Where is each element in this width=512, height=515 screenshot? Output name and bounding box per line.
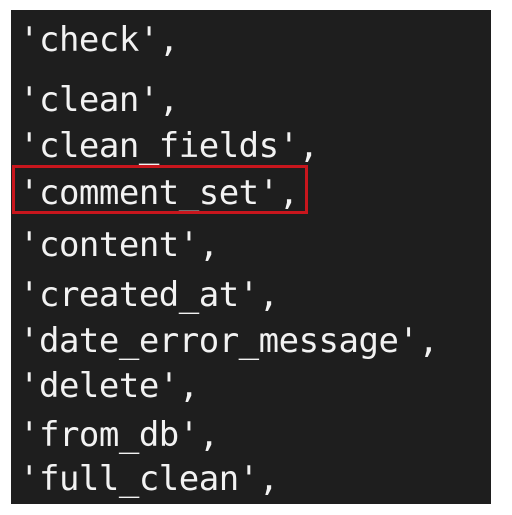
list-item: 'clean', bbox=[19, 80, 179, 120]
list-item: 'date_error_message', bbox=[19, 321, 439, 361]
list-item-highlighted: 'comment_set', bbox=[19, 173, 299, 213]
list-item: 'created_at', bbox=[19, 275, 279, 315]
attribute-list: 'check', 'clean', 'clean_fields', 'comme… bbox=[11, 10, 491, 504]
list-item: 'check', bbox=[19, 20, 179, 60]
list-item: 'from_db', bbox=[19, 415, 219, 455]
list-item: 'delete', bbox=[19, 366, 199, 406]
list-item: 'clean_fields', bbox=[19, 126, 319, 166]
code-output-panel: 'check', 'clean', 'clean_fields', 'comme… bbox=[11, 10, 491, 504]
list-item: 'full_clean', bbox=[19, 459, 279, 499]
list-item: 'content', bbox=[19, 225, 219, 265]
